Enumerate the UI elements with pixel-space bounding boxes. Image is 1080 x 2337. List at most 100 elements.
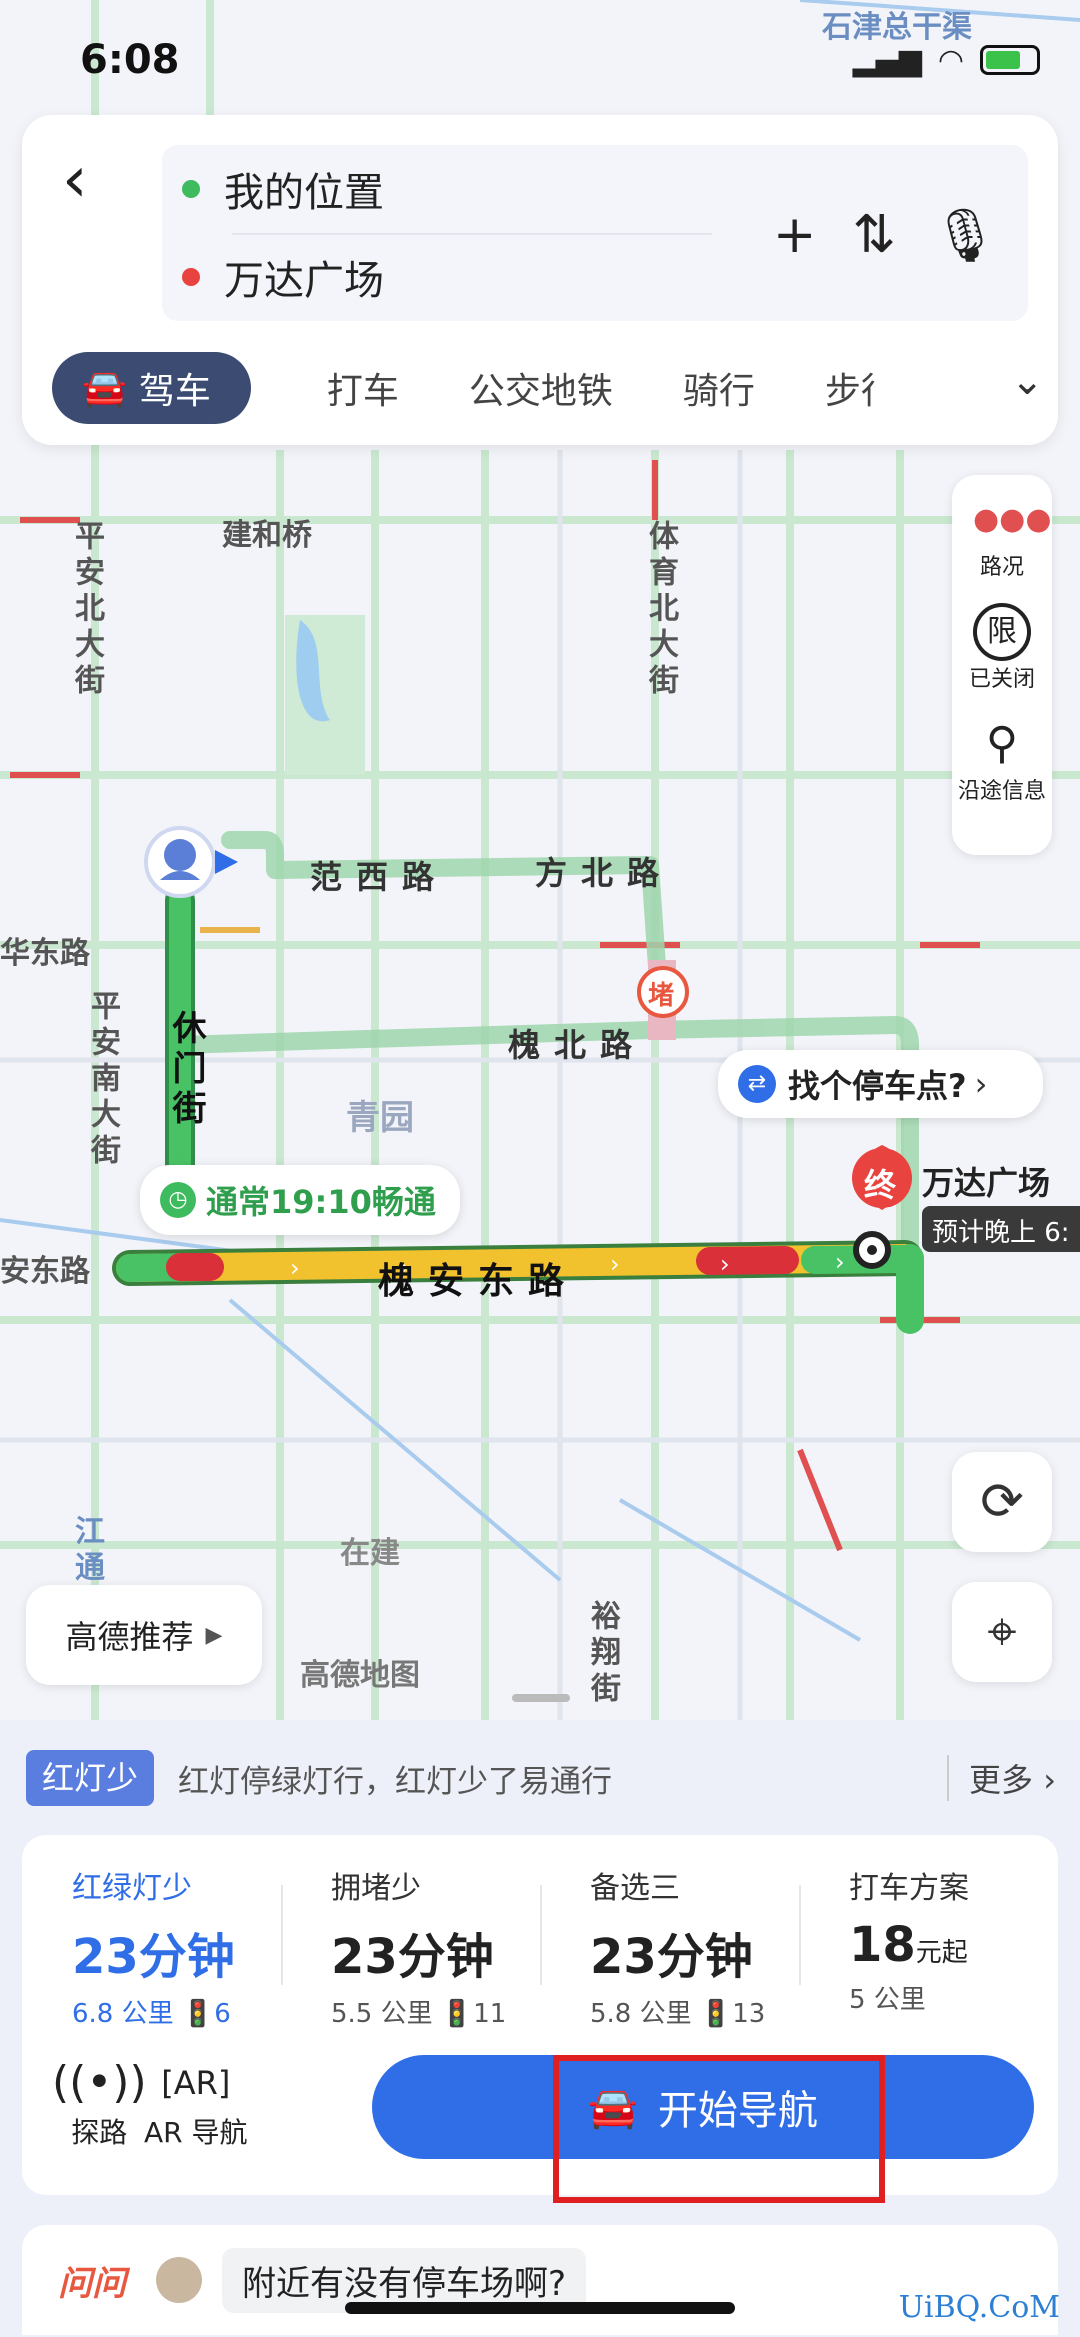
- usual-traffic-callout: ◷ 通常19:10畅通: [140, 1165, 460, 1235]
- limit-toggle[interactable]: 限 已关闭: [969, 603, 1035, 693]
- route-option-2[interactable]: 拥堵少 23分钟 5.5 公里 🚦11: [281, 1835, 540, 2029]
- chevron-right-icon: ›: [974, 1065, 988, 1103]
- map-label-fanxi: 范西路: [310, 858, 449, 896]
- tab-taxi[interactable]: 打车: [327, 362, 399, 414]
- play-icon: ▶: [205, 1622, 223, 1648]
- svg-text:›: ›: [610, 1250, 620, 1278]
- end-marker[interactable]: 终: [864, 1160, 896, 1206]
- signal-icon: ▂▄▆: [852, 42, 922, 78]
- radar-icon: ((•)): [52, 2057, 147, 2108]
- ar-icon: [AR]: [161, 2064, 231, 2102]
- gaode-recommend-label: 高德推荐: [65, 1618, 194, 1656]
- traffic-icon: ●●●: [973, 502, 1052, 537]
- jam-marker[interactable]: 堵: [648, 975, 674, 1012]
- map-label-pinganbei: 平安北大街: [69, 520, 104, 700]
- svg-text:›: ›: [835, 1248, 845, 1276]
- ask-brand: 问问: [58, 2263, 126, 2304]
- route-option-1[interactable]: 红绿灯少 23分钟 6.8 公里 🚦6: [22, 1835, 281, 2029]
- route-panel: 红灯少 红灯停绿灯行，红灯少了易通行 更多 › 红绿灯少 23分钟 6.8 公里…: [0, 1720, 1080, 2337]
- map-label-andong: 安东路: [0, 1254, 90, 1289]
- route-meta: 5.8 公里 🚦13: [590, 1999, 766, 2029]
- sheet-handle[interactable]: [512, 1694, 570, 1702]
- map-tools-panel: ●●● 路况 限 已关闭 ⚲ 沿途信息: [952, 475, 1052, 855]
- route-meta: 5 公里: [849, 1985, 926, 2015]
- locate-icon: ⌖: [987, 1602, 1017, 1662]
- route-meta: 6.8 公里 🚦6: [72, 1999, 231, 2029]
- map-label-pingannan: 平安南大街: [85, 990, 120, 1170]
- usual-traffic-label: 通常19:10畅通: [206, 1183, 436, 1221]
- refresh-route-button[interactable]: ⟳: [952, 1452, 1052, 1552]
- map-label-huaibei: 槐北路: [508, 1026, 647, 1064]
- origin-dot-icon: [182, 180, 200, 198]
- map-label-yuxiang: 裕翔街: [585, 1600, 620, 1708]
- location-box: 我的位置 万达广场 + ⇅ 🎙: [162, 145, 1028, 321]
- ar-nav-button[interactable]: [AR] AR 导航: [144, 2055, 248, 2151]
- route-name: 红绿灯少: [72, 1871, 192, 1906]
- limit-icon: 限: [972, 603, 1031, 661]
- tab-walk[interactable]: 步行: [825, 362, 875, 414]
- back-button[interactable]: ‹: [62, 145, 132, 215]
- add-stop-icon[interactable]: +: [773, 205, 817, 266]
- route-meta: 5.5 公里 🚦11: [331, 1999, 507, 2029]
- hint-text: 红灯停绿灯行，红灯少了易通行: [178, 1763, 613, 1800]
- route-duration: 23分钟: [72, 1929, 235, 1985]
- parking-icon: ⇄: [738, 1065, 776, 1103]
- wifi-icon: ◠: [937, 42, 964, 78]
- swap-icon[interactable]: ⇅: [852, 205, 896, 266]
- tab-drive-label: 驾车: [138, 371, 211, 412]
- taxi-option[interactable]: 打车方案 18元起 5 公里: [799, 1835, 1058, 2015]
- route-hint[interactable]: 红灯少 红灯停绿灯行，红灯少了易通行 更多 ›: [26, 1748, 1056, 1808]
- refresh-icon: ⟳: [980, 1472, 1024, 1532]
- map-label-jianhe: 建和桥: [222, 518, 312, 553]
- hint-tag: 红灯少: [26, 1750, 155, 1806]
- voice-icon[interactable]: 🎙: [932, 205, 998, 266]
- limit-label: 已关闭: [968, 667, 1035, 692]
- find-parking-label: 找个停车点?: [788, 1067, 967, 1105]
- destination-field-label: 万达广场: [224, 258, 384, 304]
- locate-button[interactable]: ⌖: [952, 1582, 1052, 1682]
- clock-icon: ◷: [160, 1182, 196, 1218]
- location-actions: + ⇅ 🎙: [773, 205, 998, 266]
- car-icon: 🚘: [82, 368, 127, 409]
- destination-field[interactable]: 万达广场: [182, 233, 384, 321]
- tab-bike[interactable]: 骑行: [683, 362, 755, 414]
- watermark: UiBQ.CoM: [898, 2290, 1060, 2325]
- route-name: 备选三: [590, 1871, 680, 1906]
- origin-field[interactable]: 我的位置: [182, 145, 384, 233]
- find-parking-callout[interactable]: ⇄ 找个停车点? ›: [718, 1050, 1043, 1118]
- destination-label: 万达广场: [922, 1164, 1051, 1202]
- route-option-3[interactable]: 备选三 23分钟 5.8 公里 🚦13: [540, 1835, 799, 2029]
- chevron-down-icon[interactable]: ⌄: [1010, 358, 1044, 404]
- route-duration: 18元起: [849, 1917, 1058, 1973]
- transport-tabs: 🚘 驾车 打车 公交地铁 骑行 步行 ⌄: [52, 350, 1052, 426]
- svg-text:›: ›: [290, 1254, 300, 1282]
- home-indicator[interactable]: [345, 2302, 735, 2314]
- avatar: [156, 2257, 202, 2303]
- route-duration: 23分钟: [331, 1929, 494, 1985]
- map-label-fangbei: 方北路: [535, 854, 674, 892]
- route-name: 拥堵少: [331, 1871, 421, 1906]
- route-info-label: 沿途信息: [957, 779, 1046, 804]
- gaode-recommend-button[interactable]: 高德推荐 ▶: [26, 1585, 262, 1685]
- status-bar: 6:08 ▂▄▆ ◠: [80, 30, 1040, 90]
- explore-button[interactable]: ((•)) 探路: [52, 2055, 147, 2151]
- highlight-box: [553, 2055, 885, 2203]
- hint-more-label: 更多: [969, 1761, 1034, 1799]
- map-label-qingyuan: 青园: [346, 1098, 414, 1138]
- status-icons: ▂▄▆ ◠: [853, 43, 1040, 78]
- route-actions: ((•)) 探路 [AR] AR 导航 🚘 开始导航: [22, 2055, 1058, 2165]
- tab-transit[interactable]: 公交地铁: [469, 362, 613, 414]
- svg-text:›: ›: [720, 1250, 730, 1278]
- tab-drive[interactable]: 🚘 驾车: [52, 352, 251, 424]
- taxi-price: 18: [849, 1917, 916, 1973]
- chevron-left-icon: ‹: [62, 143, 88, 217]
- map-label-xiumen: 休门街: [166, 1010, 206, 1130]
- route-info-button[interactable]: ⚲ 沿途信息: [958, 715, 1046, 805]
- explore-label: 探路: [71, 2116, 128, 2149]
- eta-label: 预计晚上 6:: [922, 1206, 1080, 1252]
- traffic-toggle[interactable]: ●●● 路况: [973, 491, 1052, 581]
- map-label-gaodemap: 高德地图: [300, 1658, 420, 1693]
- hint-more[interactable]: 更多 ›: [947, 1755, 1056, 1801]
- route-search-card: ‹ 我的位置 万达广场 + ⇅ 🎙 🚘 驾车 打车 公交地铁 骑行 步行 ⌄: [22, 115, 1058, 445]
- map-label-jiang: 江通: [69, 1515, 104, 1587]
